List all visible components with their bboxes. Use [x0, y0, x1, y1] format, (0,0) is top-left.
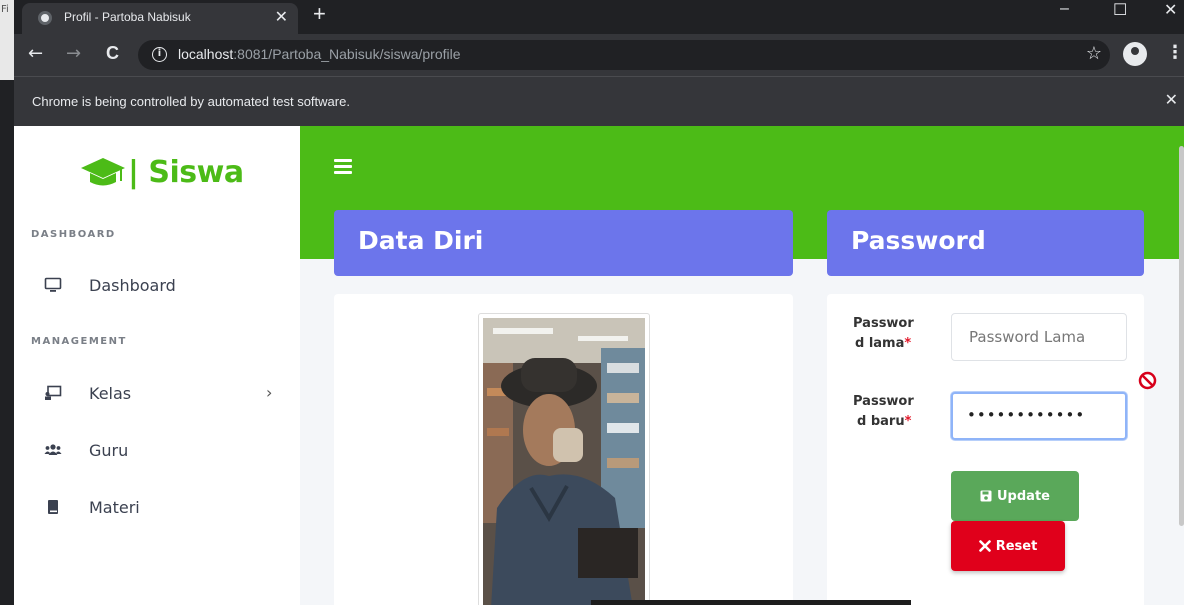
required-mark: *: [904, 336, 912, 351]
sidebar-item-guru[interactable]: Guru: [14, 430, 300, 470]
sidebar-item-label: Kelas: [89, 384, 132, 403]
browser-menu-icon[interactable]: ⋮: [1166, 42, 1184, 63]
sidebar-item-dashboard[interactable]: Dashboard: [14, 265, 300, 305]
brand-text: | Siswa: [128, 154, 244, 190]
sidebar: | Siswa DASHBOARD Dashboard MANAGEMENT K…: [14, 126, 300, 605]
hamburger-menu-icon[interactable]: [334, 159, 352, 174]
users-icon: [44, 444, 62, 455]
data-diri-header: Data Diri: [334, 210, 793, 276]
reload-button[interactable]: C: [106, 43, 119, 64]
window-close-button[interactable]: ✕: [1164, 0, 1177, 20]
bookmark-star-icon[interactable]: ☆: [1086, 43, 1102, 64]
chevron-right-icon[interactable]: ›: [266, 383, 272, 402]
cross-icon: [978, 540, 991, 552]
new-password-label: Passwor d baru*: [853, 394, 914, 429]
tab-strip: Fi Profil - Partoba Nabisuk ✕ + – ☐ ✕: [0, 0, 1184, 80]
password-title: Password: [851, 226, 986, 255]
graduation-cap-icon: [81, 158, 125, 186]
password-header: Password: [827, 210, 1144, 276]
section-management: MANAGEMENT: [31, 336, 127, 347]
old-password-input[interactable]: Password Lama: [951, 313, 1127, 361]
favicon-icon: [38, 11, 52, 25]
sidebar-item-label: Guru: [89, 441, 129, 460]
url-text[interactable]: localhost:8081/Partoba_Nabisuk/siswa/pro…: [178, 46, 461, 62]
forward-button[interactable]: →: [66, 43, 81, 64]
page-scrollbar[interactable]: [1179, 146, 1184, 526]
infobar-close-icon[interactable]: ✕: [1165, 90, 1178, 109]
required-mark: *: [904, 414, 912, 429]
reset-button[interactable]: Reset: [951, 521, 1065, 571]
not-allowed-cursor-icon: [1138, 371, 1157, 390]
data-diri-card: [334, 294, 793, 605]
monitor-icon: [44, 277, 62, 292]
back-button[interactable]: ←: [28, 43, 43, 64]
sidebar-item-kelas[interactable]: Kelas ›: [14, 373, 300, 413]
infobar-message: Chrome is being controlled by automated …: [32, 94, 350, 109]
automation-infobar: Chrome is being controlled by automated …: [14, 76, 1184, 126]
browser-toolbar: ← → C i localhost:8081/Partoba_Nabisuk/s…: [14, 34, 1184, 76]
data-diri-title: Data Diri: [358, 226, 484, 255]
bottom-overlay-bar: [591, 600, 911, 605]
minimize-button[interactable]: –: [1060, 0, 1069, 18]
tab-close-icon[interactable]: ✕: [275, 7, 288, 26]
sidebar-item-label: Materi: [89, 498, 140, 517]
save-icon: [980, 490, 992, 502]
chalkboard-icon: [45, 385, 62, 400]
old-password-label: Passwor d lama*: [853, 316, 914, 351]
sidebar-item-label: Dashboard: [89, 276, 176, 295]
profile-avatar-icon[interactable]: [1123, 42, 1147, 66]
site-info-icon[interactable]: i: [152, 47, 167, 62]
background-window-edge: Fi: [0, 0, 14, 80]
new-tab-button[interactable]: +: [313, 1, 326, 27]
page-content: | Siswa DASHBOARD Dashboard MANAGEMENT K…: [14, 126, 1184, 605]
tab-title: Profil - Partoba Nabisuk: [64, 10, 191, 24]
update-button[interactable]: Update: [951, 471, 1079, 521]
browser-tab[interactable]: Profil - Partoba Nabisuk ✕: [22, 3, 298, 34]
profile-photo-image: [483, 318, 645, 605]
password-card: Passwor d lama* Password Lama Passwor d …: [827, 294, 1144, 605]
sidebar-item-materi[interactable]: Materi: [14, 487, 300, 527]
section-dashboard: DASHBOARD: [31, 229, 116, 240]
profile-photo: [483, 318, 645, 605]
profile-photo-frame: [478, 313, 650, 605]
new-password-input[interactable]: ••••••••••••: [951, 392, 1127, 440]
brand-logo[interactable]: | Siswa: [80, 152, 244, 192]
address-bar[interactable]: i localhost:8081/Partoba_Nabisuk/siswa/p…: [138, 40, 1110, 70]
book-icon: [48, 500, 58, 514]
maximize-button[interactable]: ☐: [1113, 0, 1127, 20]
